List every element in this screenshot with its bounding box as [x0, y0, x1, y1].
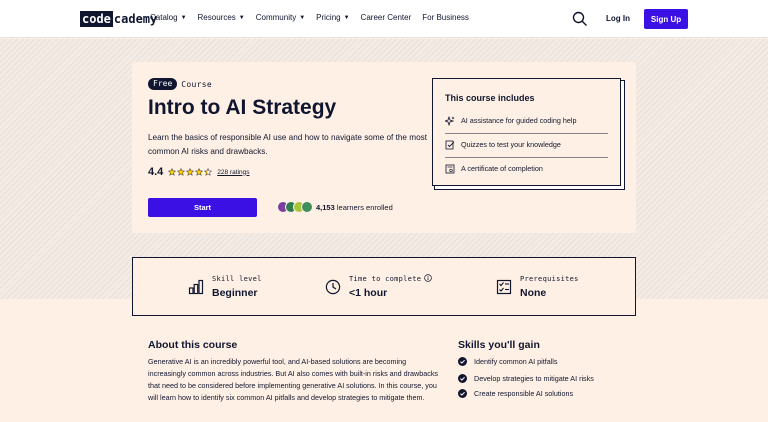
- about-heading: About this course: [148, 339, 238, 351]
- quiz-icon: [445, 140, 455, 149]
- main-menu: Catalog ▼ Resources ▼ Community ▼ Pricing ▼ …: [150, 13, 480, 22]
- bar-chart-icon: [188, 279, 204, 294]
- menu-item-for-business[interactable]: For Business: [422, 13, 469, 22]
- time-value: <1 hour: [349, 287, 388, 299]
- stat-time-to-complete: Time to complete <1 hour: [325, 258, 432, 315]
- course-title: Intro to AI Strategy: [148, 96, 337, 119]
- learners-enrolled: 4,153 learners enrolled: [277, 201, 393, 213]
- chevron-down-icon: ▼: [299, 14, 306, 21]
- chevron-down-icon: ▼: [180, 14, 187, 21]
- skill-item: Create responsible AI solutions: [458, 389, 573, 398]
- checklist-icon: [496, 279, 512, 294]
- ratings-count-link[interactable]: 228 ratings: [217, 169, 249, 176]
- chevron-down-icon: ▼: [343, 14, 350, 21]
- includes-item-quizzes: Quizzes to test your knowledge: [445, 133, 608, 156]
- search-icon[interactable]: [572, 11, 588, 27]
- learners-count: 4,153: [316, 202, 335, 212]
- rating-row: 4.4 228 ratings: [148, 166, 249, 178]
- learners-suffix: learners enrolled: [336, 202, 393, 212]
- info-icon[interactable]: [424, 274, 432, 282]
- prerequisites-value: None: [520, 286, 547, 299]
- course-type-label: Course: [181, 79, 212, 89]
- check-circle-icon: [458, 357, 467, 366]
- check-circle-icon: [458, 389, 467, 398]
- avatar: [301, 201, 313, 213]
- star-icon: [177, 168, 186, 176]
- includes-title: This course includes: [445, 93, 535, 103]
- menu-item-community[interactable]: Community ▼: [256, 13, 305, 22]
- login-link[interactable]: Log In: [606, 14, 630, 23]
- star-rating: [168, 168, 213, 176]
- course-description: Learn the basics of responsible AI use a…: [148, 133, 427, 156]
- learner-avatars: [277, 201, 313, 213]
- star-icon: [195, 168, 204, 176]
- stat-skill-level: Skill level Beginner: [188, 258, 262, 315]
- menu-item-pricing[interactable]: Pricing ▼: [316, 13, 349, 22]
- free-badge: Free: [148, 78, 178, 90]
- menu-item-career-center[interactable]: Career Center: [361, 13, 412, 22]
- course-includes-box: This course includes AI assistance for g…: [432, 78, 621, 186]
- skills-heading: Skills you'll gain: [458, 339, 540, 351]
- rating-value: 4.4: [148, 166, 164, 178]
- menu-item-resources[interactable]: Resources ▼: [198, 13, 245, 22]
- signup-button[interactable]: Sign Up: [644, 9, 688, 29]
- skill-level-label: Skill level: [212, 274, 262, 283]
- check-circle-icon: [458, 374, 467, 383]
- certificate-icon: [445, 164, 455, 173]
- includes-item-certificate: A certificate of completion: [445, 157, 608, 180]
- includes-item-ai-assistance: AI assistance for guided coding help: [445, 109, 608, 132]
- clock-icon: [325, 279, 341, 294]
- time-label: Time to complete: [349, 275, 422, 283]
- start-button[interactable]: Start: [148, 198, 257, 217]
- codecademy-logo[interactable]: code cademy: [80, 11, 157, 27]
- prerequisites-label: Prerequisites: [520, 274, 579, 283]
- menu-item-catalog[interactable]: Catalog ▼: [150, 13, 187, 22]
- skill-level-value: Beginner: [212, 286, 258, 299]
- skill-item: Identify common AI pitfalls: [458, 357, 558, 366]
- star-icon: [186, 168, 195, 176]
- top-nav: code cademy Catalog ▼ Resources ▼ Community…: [0, 0, 768, 38]
- course-badge-row: Free Course: [148, 78, 212, 90]
- star-icon: [168, 168, 177, 176]
- sparkle-icon: [445, 115, 455, 126]
- star-icon: [204, 168, 213, 176]
- skill-item: Develop strategies to mitigate AI risks: [458, 374, 594, 383]
- chevron-down-icon: ▼: [238, 14, 245, 21]
- course-stats-bar: Skill level Beginner Time to complete <1…: [132, 257, 636, 316]
- about-body: Generative AI is an incredibly powerful …: [148, 357, 439, 402]
- stat-prerequisites: Prerequisites None: [496, 258, 579, 315]
